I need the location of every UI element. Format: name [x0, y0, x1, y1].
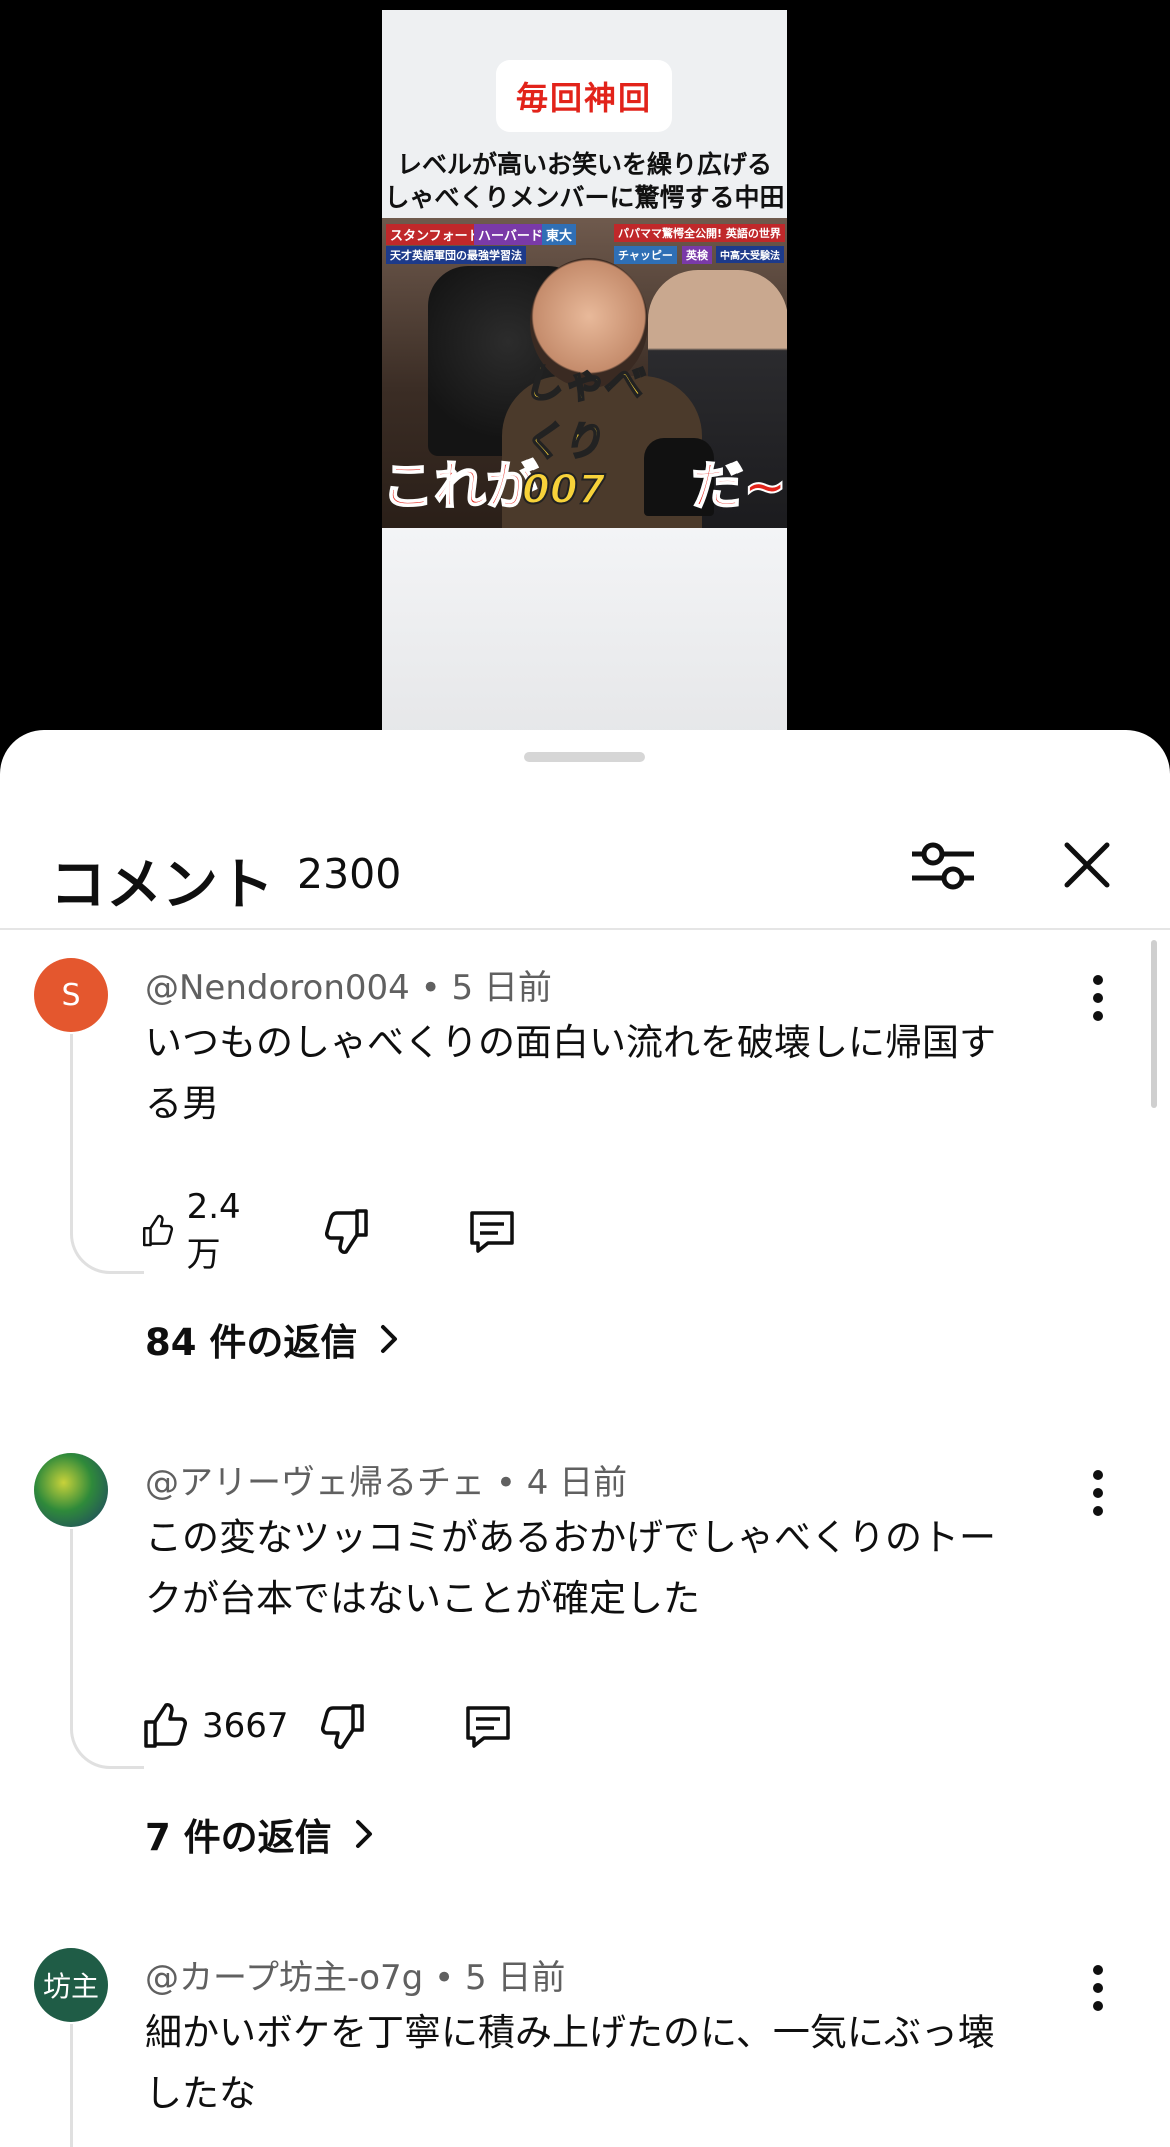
thread-line [70, 1034, 144, 1274]
comment-meta: @カープ坊主-o7g • 5 日前 [145, 1950, 565, 1999]
view-replies-button[interactable]: 84 件の返信 [145, 1312, 407, 1366]
comment-author[interactable]: @カープ坊主-o7g [145, 1958, 423, 1998]
video-tag: 東大 [542, 224, 577, 245]
like-button[interactable]: 2.4 万 [140, 1187, 256, 1275]
thumbs-down-icon [321, 1704, 364, 1749]
comment-text: 細かいボケを丁寧に積み上げたのに、一気にぶっ壊 したな [145, 2011, 995, 2115]
comment-author[interactable]: @アリーヴェ帰るチェ [145, 1463, 485, 1503]
comment-time: 5 日前 [451, 968, 552, 1008]
video-overlay-text: これが しゃべくり007 だ~ [382, 360, 787, 518]
video-tag: 中高大受験法 [716, 246, 784, 263]
video-player[interactable]: 毎回神回 レベルが高いお笑いを繰り広げる しゃべくりメンバーに驚愕する中田 スタ… [382, 10, 787, 735]
avatar[interactable]: S [34, 958, 108, 1032]
video-tag: チャッピー [614, 246, 677, 264]
comment-reply-icon [466, 1706, 510, 1748]
comments-title: コメント [50, 853, 274, 918]
comments-header: コメント 2300 [0, 800, 1170, 928]
reply-button[interactable] [466, 1200, 518, 1262]
drag-handle[interactable] [524, 752, 645, 762]
comment-item: S @Nendoron004 • 5 日前 いつものしゃべくりの面白い流れを破壊… [0, 930, 1170, 1425]
comment-meta: @Nendoron004 • 5 日前 [145, 960, 552, 1009]
more-vert-icon [1093, 1965, 1103, 2011]
meta-separator: • [495, 1463, 516, 1503]
like-count: 3667 [202, 1706, 289, 1746]
more-options-button[interactable] [1080, 1465, 1116, 1521]
thread-line [70, 1529, 144, 1769]
video-tag: パパママ驚愕全公開! 英語の世界 [614, 224, 785, 242]
chevron-right-icon [355, 1820, 372, 1848]
sliders-icon [912, 842, 974, 890]
close-icon [1064, 842, 1110, 888]
view-replies-button[interactable]: 7 件の返信 [145, 1807, 382, 1861]
video-caption: レベルが高いお笑いを繰り広げる しゃべくりメンバーに驚愕する中田 [384, 150, 785, 212]
dislike-button[interactable] [320, 1200, 372, 1262]
sort-filter-button[interactable] [906, 828, 980, 902]
dislike-button[interactable] [316, 1695, 368, 1757]
video-lower-area [382, 528, 787, 735]
like-count: 2.4 万 [186, 1186, 241, 1275]
more-vert-icon [1093, 1470, 1103, 1516]
thumbs-up-icon [144, 1703, 187, 1748]
comment-author[interactable]: @Nendoron004 [145, 968, 410, 1008]
comment-time: 4 日前 [526, 1463, 628, 1503]
comments-sheet: コメント 2300 S @Nendoron004 • 5 日前 いつものしゃべく… [0, 730, 1170, 2147]
video-tag: ハーバード [474, 224, 547, 245]
comments-count: 2300 [297, 850, 402, 898]
more-options-button[interactable] [1080, 1960, 1116, 2016]
comment-reply-icon [470, 1211, 514, 1253]
close-button[interactable] [1050, 828, 1124, 902]
comment-text: この変なツッコミがあるおかげでしゃべくりのトー クが台本ではないことが確定した [145, 1516, 996, 1620]
avatar[interactable] [34, 1453, 108, 1527]
comment-item: 坊主 @カープ坊主-o7g • 5 日前 細かいボケを丁寧に積み上げたのに、一気… [0, 1920, 1170, 2147]
comment-meta: @アリーヴェ帰るチェ • 4 日前 [145, 1455, 627, 1504]
thumbs-up-icon [142, 1214, 174, 1247]
meta-separator: • [434, 1958, 455, 1998]
video-badge: 毎回神回 [496, 60, 672, 132]
thumbs-down-icon [325, 1209, 368, 1254]
video-frame: スタンフォード ハーバード 東大 天才英語軍団の最強学習法 パパママ驚愕全公開!… [382, 218, 787, 528]
video-tag: スタンフォード [386, 224, 485, 245]
avatar[interactable]: 坊主 [34, 1948, 108, 2022]
more-vert-icon [1093, 975, 1103, 1021]
video-title-card: 毎回神回 レベルが高いお笑いを繰り広げる しゃべくりメンバーに驚愕する中田 [382, 10, 787, 218]
comment-text: いつものしゃべくりの面白い流れを破壊しに帰国す る男 [145, 1021, 996, 1125]
thread-line [70, 2024, 144, 2147]
video-tag: 英検 [682, 246, 712, 264]
comment-time: 5 日前 [464, 1958, 566, 1998]
reply-button[interactable] [462, 1695, 514, 1757]
video-tag: 天才英語軍団の最強学習法 [386, 246, 526, 264]
like-button[interactable]: 3667 [140, 1695, 289, 1757]
more-options-button[interactable] [1080, 970, 1116, 1026]
meta-separator: • [420, 968, 441, 1008]
chevron-right-icon [381, 1325, 398, 1353]
comment-item: @アリーヴェ帰るチェ • 4 日前 この変なツッコミがあるおかげでしゃべくりのト… [0, 1425, 1170, 1920]
